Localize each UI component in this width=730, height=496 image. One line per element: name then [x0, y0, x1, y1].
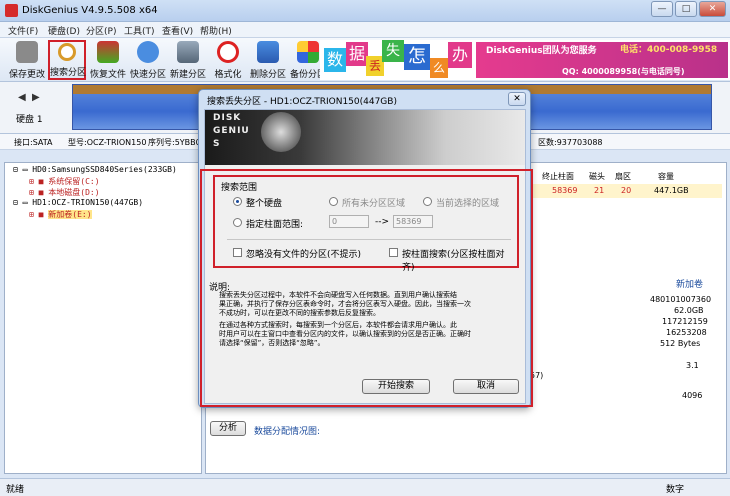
banner-char: 么 [430, 58, 448, 78]
disk-sectors: 区数:937703088 [538, 138, 603, 147]
tree-item-local-disk-d[interactable]: ⊞ ■ 本地磁盘(D:) [29, 187, 100, 198]
menu-file[interactable]: 文件(F) [8, 24, 38, 37]
menu-tools[interactable]: 工具(T) [124, 24, 155, 37]
disk-serial: 序列号:5YBB0 [148, 138, 201, 147]
radio-whole-disk[interactable] [233, 197, 242, 206]
disk-model: 型号:OCZ-TRION150 [68, 138, 147, 147]
backup-partition-icon [297, 41, 319, 63]
format-icon [217, 41, 239, 63]
quick-partition-button[interactable]: 快速分区 [129, 40, 167, 80]
menu-help[interactable]: 帮助(H) [200, 24, 232, 37]
recover-file-button[interactable]: 恢复文件 [89, 40, 127, 80]
ignore-empty-label[interactable]: 忽略没有文件的分区(不提示) [246, 247, 361, 260]
app-icon [5, 4, 18, 17]
analyze-button[interactable]: 分析 [210, 421, 246, 436]
range-title: 搜索范围 [221, 183, 258, 193]
menu-partition[interactable]: 分区(P) [86, 24, 116, 37]
maximize-button[interactable]: □ [675, 1, 697, 17]
prop-value: 62.0GB [674, 306, 704, 315]
radio-selected-area-label[interactable]: 当前选择的区域 [436, 196, 499, 209]
disk-platter-icon [261, 112, 301, 152]
quick-partition-icon [137, 41, 159, 63]
banner-char: 怎 [404, 44, 430, 70]
volume-name: 新加卷 [676, 280, 704, 290]
banner-title: DiskGenius团队为您服务 [486, 46, 597, 56]
banner-char: 数 [324, 48, 346, 72]
menu-bar: 文件(F) 硬盘(D) 分区(P) 工具(T) 查看(V) 帮助(H) [0, 22, 730, 38]
prop-value: 16253208 [666, 328, 707, 337]
close-button[interactable]: ✕ [699, 1, 726, 17]
dialog-body: DISK GENIUS 搜索范围 整个硬盘 所有未分区区域 当前选择的区域 指定… [204, 109, 526, 404]
disk-tree-panel: ⊟ ▭ HD0:SamsungSSD840Series(233GB) ⊞ ■ 系… [4, 162, 202, 474]
search-lost-partition-dialog: 搜索丢失分区 - HD1:OCZ-TRION150(447GB) ✕ DISK … [198, 89, 531, 408]
magnifier-icon [58, 43, 76, 61]
tree-item-hd1[interactable]: ⊟ ▭ HD1:OCZ-TRION150(447GB) [13, 198, 143, 207]
radio-whole-disk-label[interactable]: 整个硬盘 [246, 196, 282, 209]
cancel-button[interactable]: 取消 [453, 379, 519, 394]
title-bar: DiskGenius V4.9.5.508 x64 — □ ✕ [0, 0, 730, 22]
dialog-close-button[interactable]: ✕ [508, 92, 526, 106]
dialog-title: 搜索丢失分区 - HD1:OCZ-TRION150(447GB) [207, 97, 397, 107]
banner-char: 失 [382, 40, 404, 62]
numlock-indicator: 数字 [666, 485, 685, 495]
cylinder-to-input[interactable]: 58369 [393, 215, 433, 228]
banner-char: 据 [346, 42, 368, 66]
disk-interface: 接口:SATA [14, 138, 53, 147]
recover-file-icon [97, 41, 119, 63]
banner-qq: QQ: 4000089958(与电话同号) [562, 67, 685, 76]
status-bar: 就绪 数字 [0, 478, 730, 496]
start-search-button[interactable]: 开始搜索 [362, 379, 430, 394]
prop-value: 4096 [682, 391, 703, 400]
banner-char: 办 [448, 42, 472, 68]
cylinder-align-label[interactable]: 按柱面搜索(分区按柱面对齐) [402, 247, 517, 273]
disk-next-arrow-icon[interactable]: ▶ [32, 92, 40, 103]
cylinder-align-checkbox[interactable] [389, 248, 398, 257]
status-text: 就绪 [6, 485, 25, 495]
data-allocation-label: 数据分配情况图: [254, 427, 321, 437]
delete-partition-button[interactable]: 删除分区 [249, 40, 287, 80]
radio-unpartitioned[interactable] [329, 197, 338, 206]
menu-disk[interactable]: 硬盘(D) [48, 24, 80, 37]
table-row[interactable]: 58369 21 20 447.1GB [532, 184, 722, 198]
cylinder-from-input[interactable]: 0 [329, 215, 369, 228]
col-heads: 磁头 [589, 172, 605, 181]
radio-cylinder-range[interactable] [233, 218, 242, 227]
banner-phone: 电话：400-008-9958 [620, 45, 718, 55]
prop-value: 512 Bytes [660, 339, 701, 348]
delete-partition-icon [257, 41, 279, 63]
save-changes-button[interactable]: 保存更改 [8, 40, 46, 80]
col-capacity: 容量 [658, 172, 674, 181]
ignore-empty-checkbox[interactable] [233, 248, 242, 257]
radio-unpartitioned-label[interactable]: 所有未分区区域 [342, 196, 405, 209]
diskgenius-hdd-image: DISK GENIUS [205, 110, 525, 165]
menu-view[interactable]: 查看(V) [162, 24, 193, 37]
new-partition-button[interactable]: 新建分区 [169, 40, 207, 80]
disk-prev-arrow-icon[interactable]: ◀ [18, 92, 26, 103]
col-sectors: 扇区 [615, 172, 631, 181]
tree-item-new-volume-e[interactable]: ⊞ ■ 新加卷(E:) [29, 209, 92, 220]
prop-value: 117212159 [662, 317, 708, 326]
prop-value: 57) [530, 371, 544, 380]
search-range-box: 搜索范围 整个硬盘 所有未分区区域 当前选择的区域 指定柱面范围: 0 --> … [213, 175, 519, 273]
window-title: DiskGenius V4.9.5.508 x64 [22, 5, 158, 16]
radio-selected-area[interactable] [423, 197, 432, 206]
save-icon [16, 41, 38, 63]
format-button[interactable]: 格式化 [209, 40, 247, 80]
tree-item-system-reserved[interactable]: ⊞ ■ 系统保留(C:) [29, 176, 100, 187]
tree-item-hd0[interactable]: ⊟ ▭ HD0:SamsungSSD840Series(233GB) [13, 165, 177, 174]
col-end-cylinder: 终止柱面 [542, 172, 574, 181]
radio-cylinder-range-label[interactable]: 指定柱面范围: [246, 217, 303, 230]
prop-value: 3.1 [686, 361, 699, 370]
ad-banner[interactable]: 数 据 丢 失 怎 么 办 DiskGenius团队为您服务 电话：400-00… [320, 40, 730, 80]
new-partition-icon [177, 41, 199, 63]
description-text: 搜索丢失分区过程中，本软件不会向硬盘写入任何数据。直到用户确认搜索结 果正确，并… [219, 291, 471, 347]
logo-text: DISK GENIUS [213, 113, 250, 149]
disk-label: 硬盘 1 [16, 115, 43, 125]
prop-value: 480101007360 [650, 295, 712, 304]
cylinder-arrow: --> [375, 217, 390, 227]
search-partition-button[interactable]: 搜索分区 [48, 40, 86, 80]
minimize-button[interactable]: — [651, 1, 673, 17]
